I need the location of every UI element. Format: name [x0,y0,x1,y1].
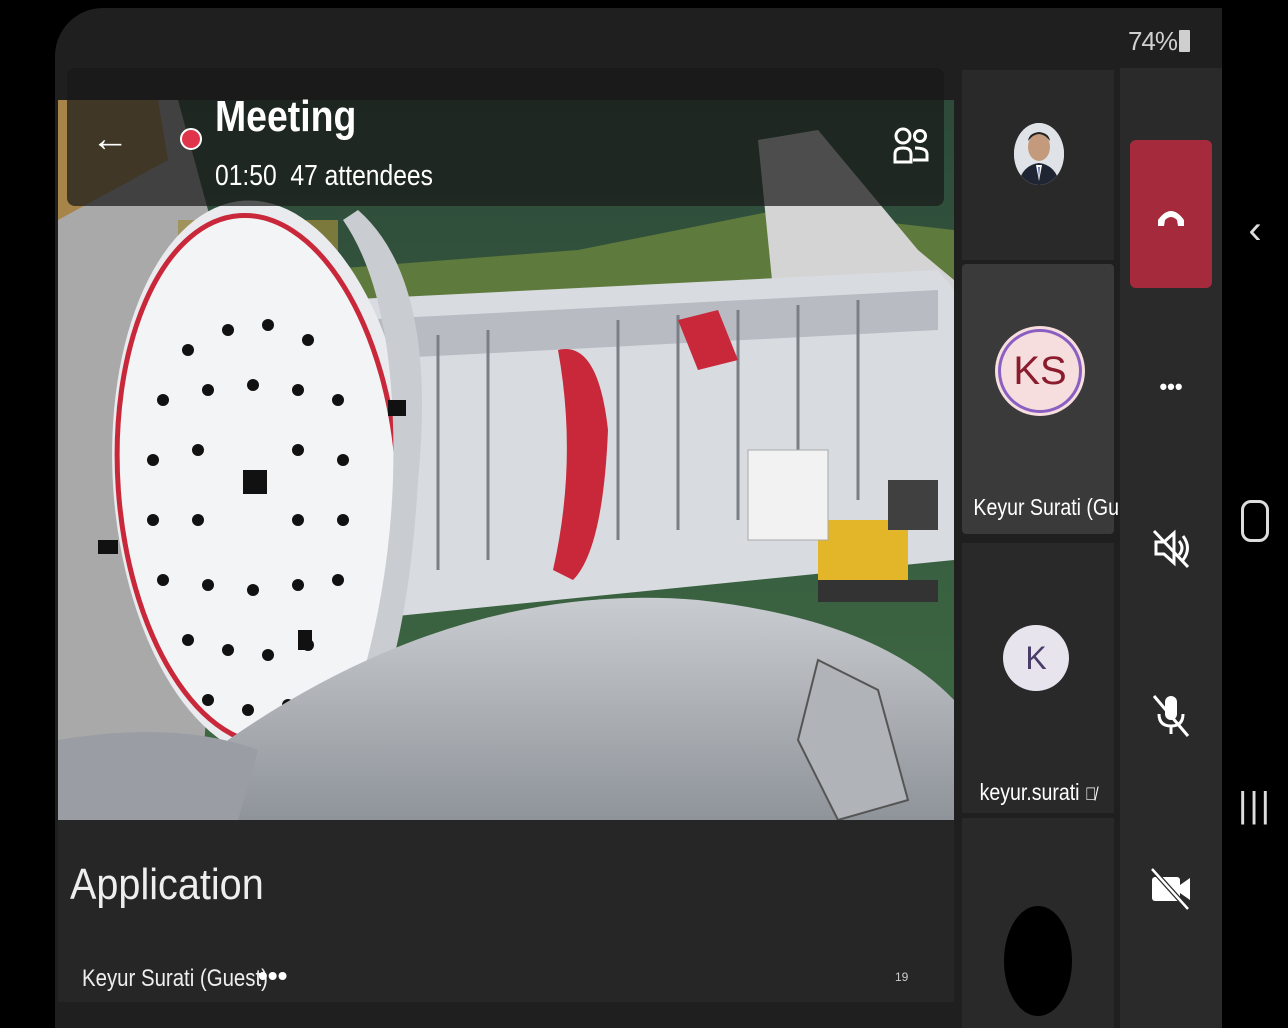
meeting-title: Meeting [215,92,357,141]
battery-icon [1179,30,1190,52]
back-arrow-icon[interactable]: ← [91,118,129,161]
nav-recents-icon[interactable]: ||| [1222,784,1288,826]
content-title: Application [70,860,264,909]
camera-off-icon[interactable] [1146,863,1196,913]
participant-tile-active[interactable]: KS Keyur Surati (Gu... [962,264,1136,534]
participant-tile[interactable] [962,818,1114,1028]
recording-indicator-icon [180,128,202,150]
participant-initials-avatar: KS [998,329,1082,413]
hang-up-icon [1158,211,1184,226]
meeting-screen: 74% ← Meeting 01:50 47 attendees Applica… [55,8,1222,1028]
system-navigation-bar: ‹ ||| [1222,0,1288,1028]
attendee-count: 47 attendees [290,160,433,192]
meeting-info: 01:50 47 attendees [215,160,433,193]
more-options-button[interactable]: ••• [1146,362,1196,412]
participant-name-row: keyur.surati 🎙̸ [973,779,1102,806]
battery-indicator: 74% [1128,26,1190,57]
meeting-duration: 01:50 [215,160,277,192]
participant-name: Keyur Surati (Gu... [973,494,1136,520]
participant-name: keyur.surati [979,779,1080,805]
slide-page-number: 19 [895,970,909,984]
participant-photo-avatar [1014,123,1064,185]
mic-off-icon[interactable] [1146,690,1196,740]
participant-tile[interactable]: K keyur.surati 🎙̸ [962,543,1114,813]
shared-content-view[interactable] [58,100,954,820]
presenter-more-button[interactable]: ••• [258,960,287,992]
hang-up-button[interactable] [1130,140,1212,288]
nav-home-icon[interactable] [1222,500,1288,542]
speaker-off-icon[interactable] [1146,523,1196,573]
content-info-panel: Application Keyur Surati (Guest) ••• 19 [58,820,954,1002]
call-controls: ••• [1120,68,1222,1028]
shared-slide-image [58,100,954,820]
nav-back-icon[interactable]: ‹ [1222,208,1288,253]
battery-level: 74% [1127,26,1178,56]
presenter-name: Keyur Surati (Guest) [82,965,268,992]
mic-muted-icon: 🎙̸ [1084,784,1097,804]
participant-initials-avatar: K [1003,625,1069,691]
participant-dark-avatar [1004,906,1072,1016]
participant-tile[interactable] [962,70,1114,260]
participants-icon[interactable] [891,116,931,176]
